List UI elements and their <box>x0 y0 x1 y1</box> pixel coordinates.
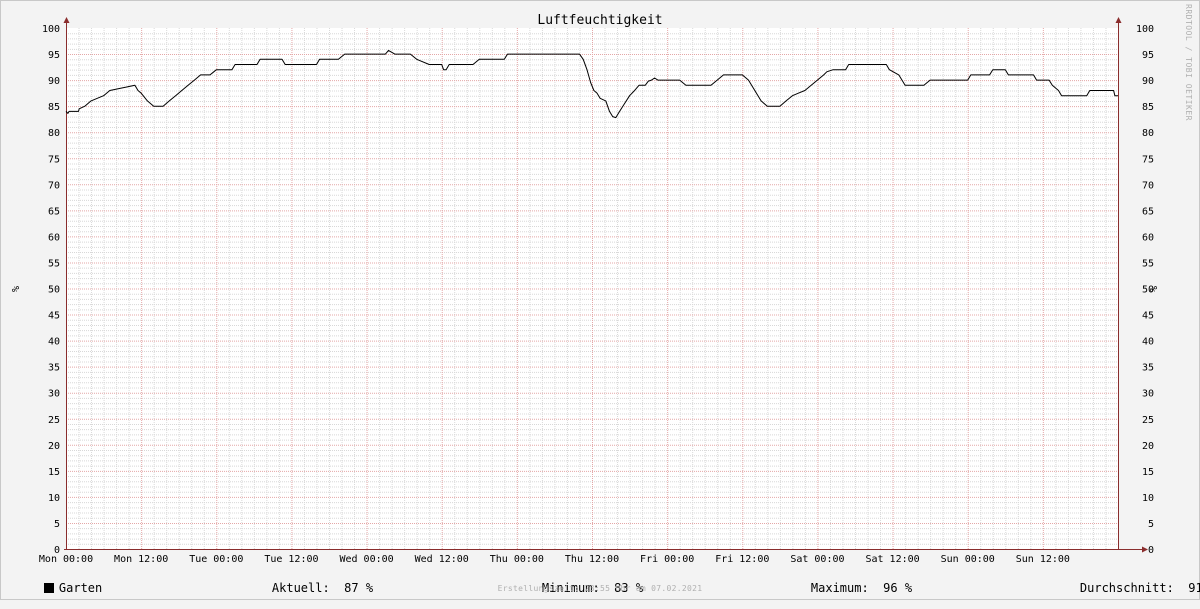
x-tick-label: Mon 12:00 <box>114 554 168 565</box>
y-tick-label-left: 90 <box>48 76 60 87</box>
y-tick-label-right: 55 <box>1142 258 1154 269</box>
y-tick-label-left: 95 <box>48 50 60 61</box>
y-axis-right-arrow <box>1115 17 1122 23</box>
x-tick-label: Sat 12:00 <box>865 554 919 565</box>
x-tick-label: Fri 12:00 <box>715 554 769 565</box>
legend-row: Garten Aktuell: 87 % Minimum: 83 % Maxim… <box>0 567 1200 595</box>
x-axis-ticks: Mon 00:00 Mon 12:00 Tue 00:00 Tue 12:00 Wed … <box>39 554 1070 565</box>
y-tick-label-left: 75 <box>48 154 60 165</box>
y-tick-label-left: 15 <box>48 467 60 478</box>
chart-title: Luftfeuchtigkeit <box>537 13 662 28</box>
x-tick-label: Thu 00:00 <box>490 554 544 565</box>
y-axis-label-right: % <box>1147 286 1158 292</box>
y-tick-label-left: 20 <box>48 441 60 452</box>
y-tick-label-right: 70 <box>1142 180 1154 191</box>
x-tick-label: Thu 12:00 <box>565 554 619 565</box>
y-tick-label-right: 60 <box>1142 232 1154 243</box>
y-tick-label-left: 80 <box>48 128 60 139</box>
y-tick-label-right: 5 <box>1148 519 1154 530</box>
x-tick-label: Sat 00:00 <box>790 554 844 565</box>
x-tick-label: Sun 00:00 <box>941 554 995 565</box>
y-tick-label-right: 15 <box>1142 467 1154 478</box>
x-tick-label: Tue 00:00 <box>189 554 243 565</box>
y-tick-label-right: 80 <box>1142 128 1154 139</box>
y-tick-label-right: 45 <box>1142 311 1154 322</box>
y-tick-label-left: 30 <box>48 389 60 400</box>
y-tick-label-right: 90 <box>1142 76 1154 87</box>
y-tick-label-right: 100 <box>1136 24 1154 35</box>
y-tick-label-right: 10 <box>1142 493 1154 504</box>
y-axis-left-arrow <box>63 17 70 23</box>
y-tick-label-right: 35 <box>1142 363 1154 374</box>
y-tick-label-left: 70 <box>48 180 60 191</box>
y-tick-label-right: 25 <box>1142 415 1154 426</box>
y-tick-label-left: 25 <box>48 415 60 426</box>
creation-time-footer: Erstellungszeit: 23:55 Uhr am 07.02.2021 <box>497 584 703 593</box>
y-tick-label-left: 65 <box>48 206 60 217</box>
y-tick-label-right: 65 <box>1142 206 1154 217</box>
y-tick-label-left: 40 <box>48 337 60 348</box>
x-tick-label: Mon 00:00 <box>39 554 93 565</box>
y-tick-label-right: 75 <box>1142 154 1154 165</box>
y-tick-label-left: 60 <box>48 232 60 243</box>
y-tick-label-left: 50 <box>48 285 60 296</box>
x-tick-label: Sun 12:00 <box>1016 554 1070 565</box>
y-tick-label-right: 85 <box>1142 102 1154 113</box>
x-tick-label: Wed 12:00 <box>415 554 469 565</box>
y-tick-label-left: 10 <box>48 493 60 504</box>
y-tick-label-left: 45 <box>48 311 60 322</box>
rrdtool-watermark: RRDTOOL / TOBI OETIKER <box>1184 4 1193 121</box>
y-axis-left-ticks: 0510152025303540455055606570758085909510… <box>42 24 60 556</box>
y-tick-label-left: 100 <box>42 24 60 35</box>
x-tick-label: Wed 00:00 <box>339 554 393 565</box>
y-tick-label-right: 95 <box>1142 50 1154 61</box>
humidity-chart: Luftfeuchtigkeit 0 5 10 15 20 25 30 35 40 45 50 55 6… <box>9 4 1193 565</box>
y-tick-label-left: 35 <box>48 363 60 374</box>
y-tick-label-right: 20 <box>1142 441 1154 452</box>
y-tick-label-right: 40 <box>1142 337 1154 348</box>
y-tick-label-right: 0 <box>1148 545 1154 556</box>
y-tick-label-left: 55 <box>48 258 60 269</box>
y-tick-label-left: 85 <box>48 102 60 113</box>
x-tick-label: Tue 12:00 <box>264 554 318 565</box>
x-tick-label: Fri 00:00 <box>640 554 694 565</box>
y-tick-label-right: 30 <box>1142 389 1154 400</box>
y-axis-label-left: % <box>9 286 20 292</box>
y-tick-label-left: 5 <box>54 519 60 530</box>
